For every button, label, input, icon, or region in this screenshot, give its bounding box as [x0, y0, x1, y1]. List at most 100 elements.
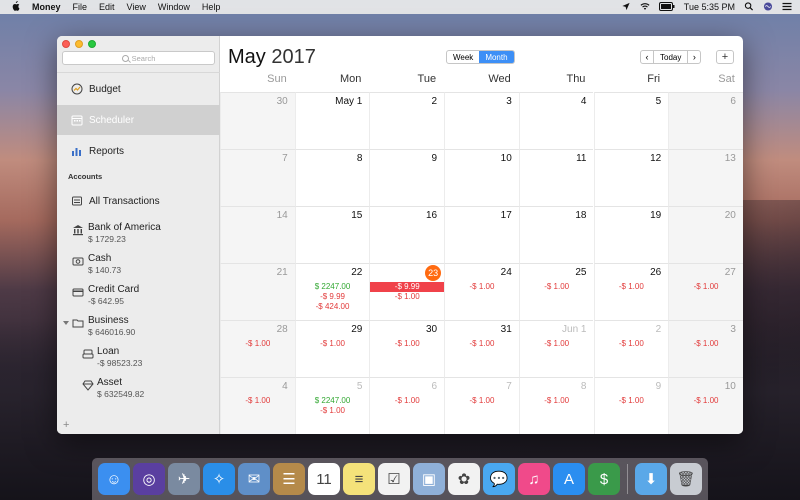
calendar-day-cell[interactable]: 31 -$ 1.00 [444, 320, 519, 377]
calendar-day-cell[interactable]: 3 [444, 92, 519, 149]
disclosure-triangle-icon[interactable] [60, 316, 72, 328]
calendar-day-cell[interactable]: 19 [593, 206, 669, 263]
calendar-day-cell[interactable]: 9 [369, 149, 445, 206]
calendar-day-cell[interactable]: 6 -$ 1.00 [369, 377, 445, 434]
expense-transaction[interactable]: -$ 1.00 [370, 292, 444, 302]
calendar-day-cell[interactable]: 10 -$ 1.00 [668, 377, 743, 434]
sidebar-item-scheduler[interactable]: Scheduler [57, 105, 220, 135]
calendar-day-cell[interactable]: 23 -$ 9.99 -$ 1.00 [369, 263, 445, 320]
itunes-icon[interactable]: ♫ [518, 463, 550, 495]
battery-icon[interactable] [658, 1, 675, 13]
calendar-day-cell[interactable]: 10 [444, 149, 519, 206]
contacts-icon[interactable]: ☰ [273, 463, 305, 495]
calendar-day-cell[interactable]: 16 [369, 206, 445, 263]
siri-icon[interactable]: ◎ [133, 463, 165, 495]
expense-transaction[interactable]: -$ 1.00 [296, 406, 370, 416]
expense-transaction[interactable]: -$ 1.00 [296, 339, 370, 349]
calendar-day-cell[interactable]: 4 -$ 1.00 [220, 377, 295, 434]
next-month-button[interactable]: › [688, 51, 700, 63]
calendar-day-cell[interactable]: 5 [593, 92, 669, 149]
expense-transaction[interactable]: -$ 1.00 [370, 396, 444, 406]
income-transaction[interactable]: $ 2247.00 [296, 282, 370, 292]
previous-month-button[interactable]: ‹ [641, 51, 653, 63]
mail-stamp-icon[interactable]: ✉ [238, 463, 270, 495]
calendar-day-cell[interactable]: 30 -$ 1.00 [369, 320, 445, 377]
messages-icon[interactable]: 💬 [483, 463, 515, 495]
expense-transaction[interactable]: -$ 1.00 [221, 396, 295, 406]
month-view-button[interactable]: Month [479, 51, 514, 63]
calendar-day-cell[interactable]: 14 [220, 206, 295, 263]
calendar-day-cell[interactable]: 11 [518, 149, 594, 206]
calendar-day-cell[interactable]: 4 [518, 92, 594, 149]
add-transaction-button[interactable]: + [716, 50, 734, 64]
week-view-button[interactable]: Week [447, 51, 479, 63]
account-credit-card[interactable]: Credit Card -$ 642.95 [57, 281, 220, 311]
money-app-icon[interactable]: $ [588, 463, 620, 495]
launchpad-icon[interactable]: ✈ [168, 463, 200, 495]
menu-window[interactable]: Window [158, 2, 190, 12]
calendar-day-cell[interactable]: 8 -$ 1.00 [518, 377, 594, 434]
expense-transaction[interactable]: -$ 1.00 [669, 339, 743, 349]
menu-edit[interactable]: Edit [99, 2, 115, 12]
menu-file[interactable]: File [73, 2, 88, 12]
search-input[interactable]: Search [62, 51, 215, 65]
apple-icon[interactable] [8, 0, 22, 14]
expense-transaction[interactable]: -$ 1.00 [669, 282, 743, 292]
expense-transaction[interactable]: -$ 1.00 [445, 396, 519, 406]
calendar-day-cell[interactable]: 12 [593, 149, 669, 206]
wifi-icon[interactable] [640, 2, 650, 13]
calendar-day-cell[interactable]: 30 [220, 92, 295, 149]
account-asset[interactable]: Asset $ 632549.82 [57, 374, 220, 404]
calendar-day-cell[interactable]: 18 [518, 206, 594, 263]
menu-app-name[interactable]: Money [32, 2, 61, 12]
calendar-day-cell[interactable]: 6 [668, 92, 743, 149]
calendar-day-cell[interactable]: May 1 [294, 92, 370, 149]
calendar-day-cell[interactable]: 17 [444, 206, 519, 263]
photos-icon[interactable]: ✿ [448, 463, 480, 495]
sidebar-item-reports[interactable]: Reports [57, 136, 220, 166]
calendar-day-cell[interactable]: 29 -$ 1.00 [294, 320, 370, 377]
calendar-day-cell[interactable]: 26 -$ 1.00 [593, 263, 669, 320]
expense-transaction[interactable]: -$ 9.99 [370, 282, 445, 292]
menu-help[interactable]: Help [202, 2, 221, 12]
close-window-button[interactable] [62, 40, 70, 48]
trash-icon[interactable]: 🗑 [670, 463, 702, 495]
calendar-app-icon[interactable]: 11 [308, 463, 340, 495]
siri-menu-icon[interactable] [763, 1, 773, 13]
expense-transaction[interactable]: -$ 1.00 [445, 282, 519, 292]
menu-view[interactable]: View [127, 2, 146, 12]
downloads-icon[interactable]: ⬇ [635, 463, 667, 495]
income-transaction[interactable]: $ 2247.00 [296, 396, 370, 406]
calendar-day-cell[interactable]: 2 [369, 92, 445, 149]
calendar-day-cell[interactable]: 24 -$ 1.00 [444, 263, 519, 320]
expense-transaction[interactable]: -$ 1.00 [669, 396, 743, 406]
calendar-day-cell[interactable]: Jun 1 -$ 1.00 [518, 320, 594, 377]
calendar-day-cell[interactable]: 25 -$ 1.00 [518, 263, 594, 320]
account-cash[interactable]: Cash $ 140.73 [57, 250, 220, 280]
preview-icon[interactable]: ▣ [413, 463, 445, 495]
expense-transaction[interactable]: -$ 1.00 [520, 396, 594, 406]
sidebar-item-all-transactions[interactable]: All Transactions [57, 186, 220, 216]
menu-clock[interactable]: Tue 5:35 PM [684, 2, 735, 12]
calendar-day-cell[interactable]: 21 [220, 263, 295, 320]
calendar-day-cell[interactable]: 13 [668, 149, 743, 206]
safari-icon[interactable]: ✧ [203, 463, 235, 495]
calendar-day-cell[interactable]: 5 $ 2247.00 -$ 1.00 [294, 377, 370, 434]
add-account-button[interactable]: + [63, 419, 69, 431]
today-button[interactable]: Today [653, 51, 689, 63]
app-store-icon[interactable]: A [553, 463, 585, 495]
expense-transaction[interactable]: -$ 1.00 [595, 396, 669, 406]
minimize-window-button[interactable] [75, 40, 83, 48]
calendar-day-cell[interactable]: 20 [668, 206, 743, 263]
calendar-day-cell[interactable]: 7 -$ 1.00 [444, 377, 519, 434]
expense-transaction[interactable]: -$ 1.00 [520, 339, 594, 349]
expense-transaction[interactable]: -$ 1.00 [370, 339, 444, 349]
sidebar-item-budget[interactable]: Budget [57, 74, 220, 104]
zoom-window-button[interactable] [88, 40, 96, 48]
calendar-day-cell[interactable]: 3 -$ 1.00 [668, 320, 743, 377]
expense-transaction[interactable]: -$ 1.00 [520, 282, 594, 292]
expense-transaction[interactable]: -$ 1.00 [445, 339, 519, 349]
calendar-day-cell[interactable]: 9 -$ 1.00 [593, 377, 669, 434]
notification-center-icon[interactable] [782, 2, 792, 13]
location-icon[interactable] [621, 2, 631, 13]
